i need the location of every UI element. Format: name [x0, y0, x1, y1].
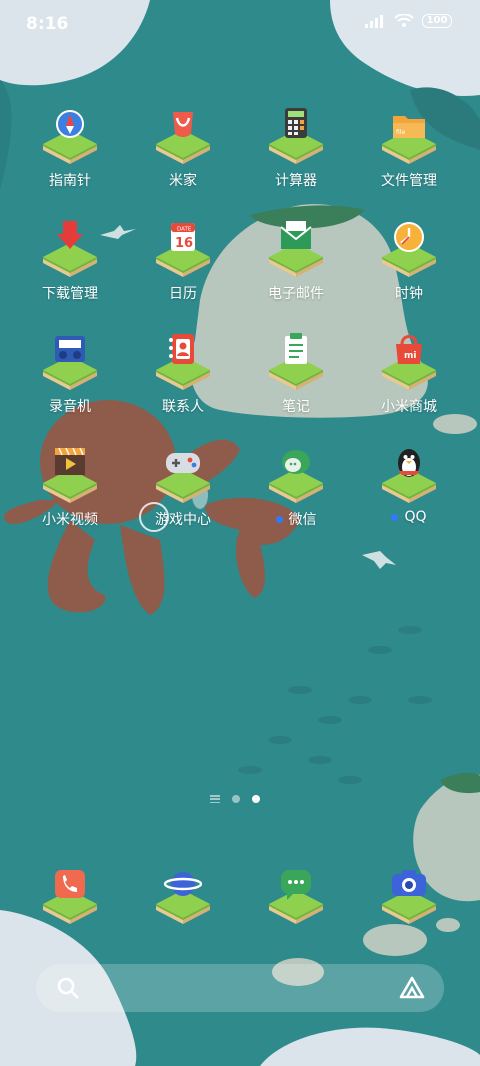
app-calculator[interactable]: 计算器 — [241, 100, 351, 190]
contacts-icon — [152, 326, 214, 390]
app-mijia[interactable]: 米家 — [128, 100, 238, 190]
status-bar: 8:16 100 — [0, 0, 480, 52]
app-recorder[interactable]: 录音机 — [15, 326, 125, 416]
status-icons: 100 — [364, 14, 452, 28]
download-icon — [39, 213, 101, 277]
video-icon — [39, 439, 101, 503]
app-label: 小米视频 — [15, 509, 125, 529]
svg-text:mi: mi — [404, 351, 416, 361]
page-dot-active[interactable] — [252, 795, 260, 803]
app-grid: 指南针 米家 计算器 file 文件管理下载管理 DATE 16 日历 电子邮件 时钟录音机 联系人… — [0, 0, 480, 540]
app-label: 文件管理 — [354, 170, 464, 190]
dock-camera[interactable] — [354, 860, 464, 924]
app-label-text: 录音机 — [49, 399, 91, 415]
status-time: 8:16 — [26, 14, 69, 34]
camera-icon — [378, 860, 440, 924]
mijia-icon — [152, 100, 214, 164]
new-install-dot — [391, 513, 399, 521]
app-calendar[interactable]: DATE 16 日历 — [128, 213, 238, 303]
dock-phone[interactable] — [15, 860, 125, 924]
svg-text:file: file — [396, 129, 405, 136]
app-label: 小米商城 — [354, 396, 464, 416]
app-notes[interactable]: 笔记 — [241, 326, 351, 416]
qq-penguin-icon — [378, 439, 440, 503]
app-drawer-lines-icon[interactable] — [210, 795, 220, 803]
mi-store-icon: mi — [378, 326, 440, 390]
new-install-dot — [275, 515, 283, 523]
calendar-icon: DATE 16 — [152, 213, 214, 277]
app-label-text: QQ — [404, 509, 427, 525]
search-icon[interactable] — [54, 974, 82, 1002]
gamepad-icon — [152, 439, 214, 503]
app-label: 下载管理 — [15, 283, 125, 303]
touch-indicator — [139, 502, 169, 532]
app-label: 时钟 — [354, 283, 464, 303]
app-clock[interactable]: 时钟 — [354, 213, 464, 303]
svg-text:DATE: DATE — [177, 227, 192, 233]
app-label: 日历 — [128, 283, 238, 303]
page-dot[interactable] — [232, 795, 240, 803]
app-label-text: 笔记 — [282, 399, 310, 415]
messages-icon — [265, 860, 327, 924]
app-label-text: 米家 — [169, 173, 197, 189]
app-label-text: 指南针 — [49, 173, 91, 189]
assistant-icon[interactable] — [398, 974, 426, 1002]
app-label: 指南针 — [15, 170, 125, 190]
dock-browser-planet[interactable] — [128, 860, 238, 924]
recorder-icon — [39, 326, 101, 390]
app-label: 计算器 — [241, 170, 351, 190]
wifi-icon — [394, 14, 414, 27]
app-compass[interactable]: 指南针 — [15, 100, 125, 190]
app-label-text: 日历 — [169, 286, 197, 302]
app-label: 微信 — [241, 509, 351, 529]
dock-messages[interactable] — [241, 860, 351, 924]
app-label: 米家 — [128, 170, 238, 190]
email-icon — [265, 213, 327, 277]
app-label-text: 文件管理 — [381, 173, 437, 189]
page-indicator[interactable] — [210, 795, 260, 803]
svg-text:16: 16 — [175, 236, 193, 251]
app-label: 电子邮件 — [241, 283, 351, 303]
app-wechat[interactable]: 微信 — [241, 439, 351, 529]
app-label: 联系人 — [128, 396, 238, 416]
app-label-text: 电子邮件 — [268, 286, 324, 302]
wechat-icon — [265, 439, 327, 503]
app-label-text: 下载管理 — [42, 286, 98, 302]
app-mi-store[interactable]: mi 小米商城 — [354, 326, 464, 416]
calculator-icon — [265, 100, 327, 164]
clock-icon — [378, 213, 440, 277]
app-label-text: 微信 — [288, 512, 317, 528]
search-bar[interactable] — [36, 964, 444, 1012]
dock — [0, 860, 480, 930]
app-download[interactable]: 下载管理 — [15, 213, 125, 303]
phone-icon — [39, 860, 101, 924]
notes-icon — [265, 326, 327, 390]
app-label-text: 时钟 — [395, 286, 423, 302]
app-qq-penguin[interactable]: QQ — [354, 439, 464, 525]
battery-indicator: 100 — [422, 14, 452, 28]
compass-icon — [39, 100, 101, 164]
signal-icon — [365, 15, 383, 28]
app-video[interactable]: 小米视频 — [15, 439, 125, 529]
app-label: 录音机 — [15, 396, 125, 416]
app-contacts[interactable]: 联系人 — [128, 326, 238, 416]
app-label-text: 计算器 — [275, 173, 317, 189]
app-email[interactable]: 电子邮件 — [241, 213, 351, 303]
app-label: QQ — [354, 509, 464, 525]
app-label-text: 联系人 — [162, 399, 204, 415]
app-folder[interactable]: file 文件管理 — [354, 100, 464, 190]
app-label-text: 小米视频 — [42, 512, 98, 528]
app-label-text: 小米商城 — [381, 399, 437, 415]
browser-planet-icon — [152, 860, 214, 924]
app-label: 笔记 — [241, 396, 351, 416]
folder-icon: file — [378, 100, 440, 164]
